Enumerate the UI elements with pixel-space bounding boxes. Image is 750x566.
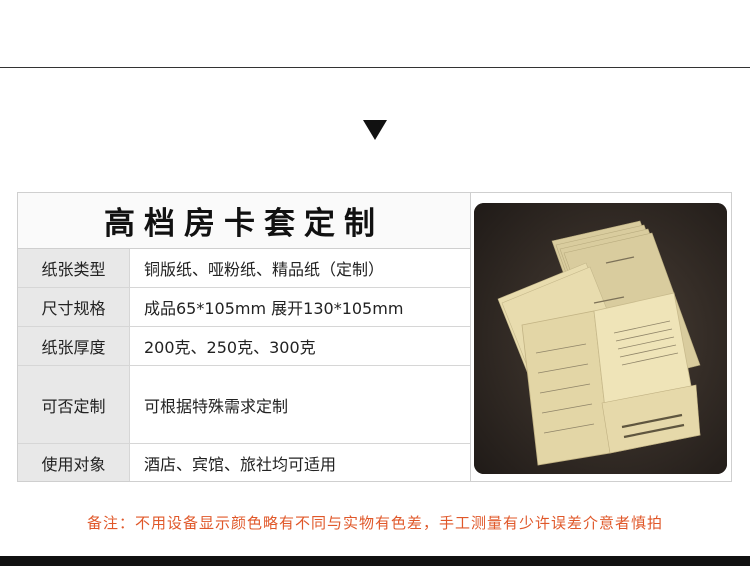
spec-value: 可根据特殊需求定制	[130, 366, 470, 443]
spec-label: 使用对象	[18, 444, 130, 481]
spec-block: 高档房卡套定制 纸张类型 铜版纸、哑粉纸、精品纸（定制） 尺寸规格 成品65*1…	[17, 192, 732, 482]
spec-row-usage: 使用对象 酒店、宾馆、旅社均可适用	[18, 444, 470, 481]
spec-value: 酒店、宾馆、旅社均可适用	[130, 444, 470, 481]
table-title: 高档房卡套定制	[18, 193, 470, 249]
spec-row-customizable: 可否定制 可根据特殊需求定制	[18, 366, 470, 444]
spec-value: 铜版纸、哑粉纸、精品纸（定制）	[130, 249, 470, 287]
table-divider	[470, 193, 471, 481]
spec-table: 高档房卡套定制 纸张类型 铜版纸、哑粉纸、精品纸（定制） 尺寸规格 成品65*1…	[18, 193, 470, 481]
down-arrow-icon	[363, 120, 387, 140]
spec-value: 成品65*105mm 展开130*105mm	[130, 288, 470, 326]
spec-label: 纸张厚度	[18, 327, 130, 365]
spec-label: 可否定制	[18, 366, 130, 443]
bottom-bar	[0, 556, 750, 566]
product-photo	[474, 203, 727, 474]
spec-label: 尺寸规格	[18, 288, 130, 326]
spec-row-size: 尺寸规格 成品65*105mm 展开130*105mm	[18, 288, 470, 327]
spec-value: 200克、250克、300克	[130, 327, 470, 365]
spec-row-paper-type: 纸张类型 铜版纸、哑粉纸、精品纸（定制）	[18, 249, 470, 288]
spec-label: 纸张类型	[18, 249, 130, 287]
top-divider	[0, 67, 750, 68]
disclaimer-text: 备注：不用设备显示颜色略有不同与实物有色差，手工测量有少许误差介意者慎拍	[86, 514, 663, 532]
key-card-holder-illustration	[474, 203, 727, 474]
spec-row-thickness: 纸张厚度 200克、250克、300克	[18, 327, 470, 366]
